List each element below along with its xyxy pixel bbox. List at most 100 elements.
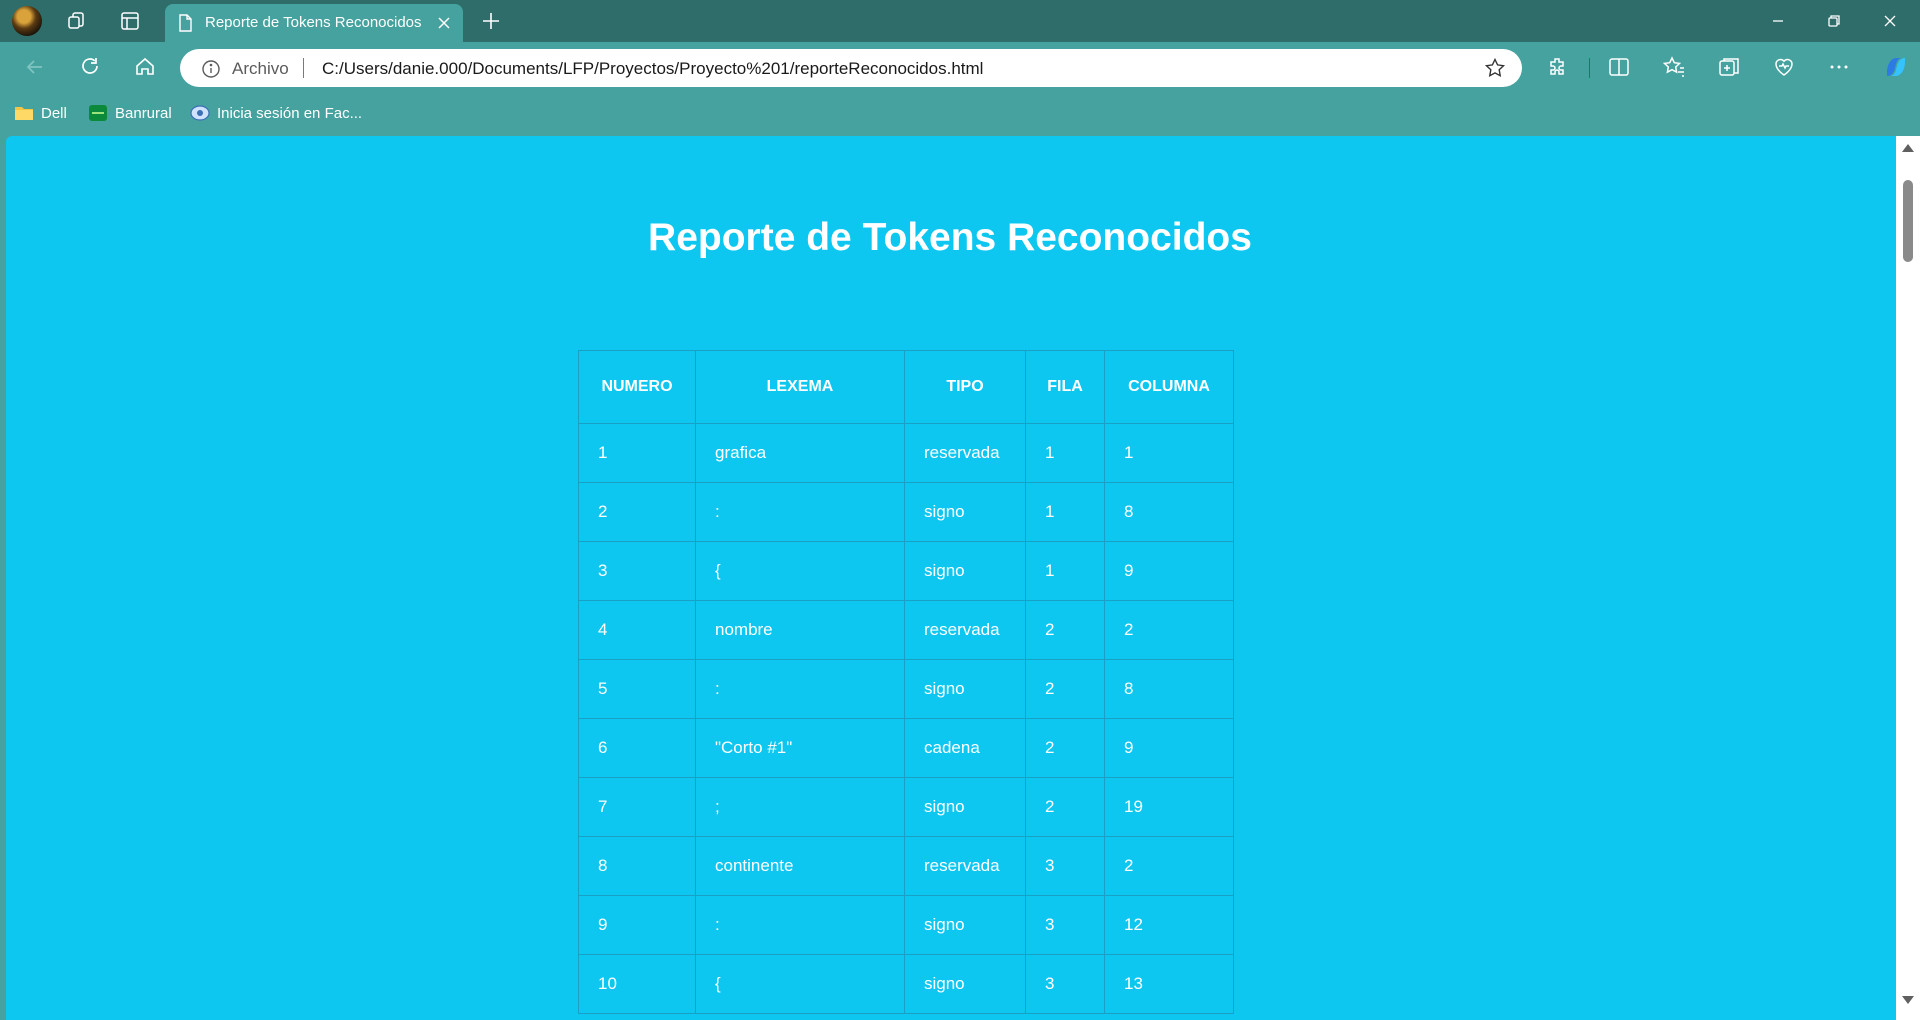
cell-numero: 2: [578, 482, 696, 542]
split-screen-icon[interactable]: [1606, 54, 1632, 80]
cell-tipo: signo: [904, 954, 1026, 1014]
column-header-columna: COLUMNA: [1104, 350, 1234, 424]
table-row: 4 nombre reservada 2 2: [578, 600, 1234, 660]
vertical-scrollbar[interactable]: [1896, 136, 1920, 1020]
cell-lexema: continente: [695, 836, 905, 896]
more-options-icon[interactable]: [1826, 54, 1852, 80]
cell-columna: 8: [1104, 482, 1234, 542]
table-row: 9 : signo 3 12: [578, 895, 1234, 955]
restore-icon[interactable]: [1821, 8, 1847, 34]
minimize-icon[interactable]: [1765, 8, 1791, 34]
cell-fila: 1: [1025, 423, 1105, 483]
column-header-numero: NUMERO: [578, 350, 696, 424]
column-header-lexema: LEXEMA: [695, 350, 905, 424]
profile-avatar[interactable]: [12, 6, 42, 36]
tab-strip: Reporte de Tokens Reconocidos: [0, 0, 1920, 42]
column-header-tipo: TIPO: [904, 350, 1026, 424]
favorites-icon[interactable]: [1661, 54, 1687, 80]
cell-numero: 8: [578, 836, 696, 896]
cell-fila: 2: [1025, 659, 1105, 719]
cell-columna: 2: [1104, 836, 1234, 896]
cell-columna: 9: [1104, 718, 1234, 778]
info-icon[interactable]: [201, 59, 221, 79]
table-header-row: NUMERO LEXEMA TIPO FILA COLUMNA: [578, 350, 1234, 424]
address-url[interactable]: C:/Users/danie.000/Documents/LFP/Proyect…: [322, 59, 983, 79]
bookmarks-bar: Dell Banrural Inicia sesión en Fac...: [0, 92, 1920, 132]
refresh-icon[interactable]: [77, 54, 103, 80]
cell-tipo: signo: [904, 659, 1026, 719]
cell-fila: 2: [1025, 777, 1105, 837]
browser-window: Reporte de Tokens Reconocidos Archivo C:…: [0, 0, 1920, 1020]
table-row: 5 : signo 2 8: [578, 659, 1234, 719]
bookmark-label: Banrural: [115, 104, 172, 122]
bookmark-dell[interactable]: Dell: [14, 102, 67, 124]
cell-tipo: reservada: [904, 600, 1026, 660]
address-bar[interactable]: Archivo C:/Users/danie.000/Documents/LFP…: [180, 49, 1522, 87]
cell-numero: 1: [578, 423, 696, 483]
workspaces-icon[interactable]: [64, 8, 90, 34]
home-icon[interactable]: [132, 54, 158, 80]
cell-lexema: nombre: [695, 600, 905, 660]
cell-tipo: signo: [904, 541, 1026, 601]
favorite-star-icon[interactable]: [1484, 57, 1506, 79]
banrural-icon: [89, 105, 107, 121]
cell-lexema: {: [695, 541, 905, 601]
cell-tipo: signo: [904, 777, 1026, 837]
scroll-down-arrow-icon[interactable]: [1901, 994, 1915, 1006]
toolbar-separator: [1589, 58, 1590, 78]
cell-fila: 2: [1025, 600, 1105, 660]
cell-lexema: ;: [695, 777, 905, 837]
cell-numero: 5: [578, 659, 696, 719]
cell-fila: 1: [1025, 482, 1105, 542]
address-separator: [303, 58, 304, 78]
address-scheme-label: Archivo: [232, 59, 289, 78]
table-row: 2 : signo 1 8: [578, 482, 1234, 542]
close-tab-icon[interactable]: [435, 14, 453, 32]
tab-active[interactable]: Reporte de Tokens Reconocidos: [165, 4, 463, 42]
browser-essentials-icon[interactable]: [1771, 54, 1797, 80]
close-window-icon[interactable]: [1877, 8, 1903, 34]
cell-numero: 3: [578, 541, 696, 601]
collections-icon[interactable]: [1716, 54, 1742, 80]
cell-columna: 2: [1104, 600, 1234, 660]
folder-icon: [15, 107, 33, 120]
column-header-fila: FILA: [1025, 350, 1105, 424]
cell-lexema: {: [695, 954, 905, 1014]
cell-tipo: reservada: [904, 423, 1026, 483]
cell-lexema: :: [695, 895, 905, 955]
bookmark-label: Dell: [41, 104, 67, 122]
cell-fila: 3: [1025, 836, 1105, 896]
tokens-table: NUMERO LEXEMA TIPO FILA COLUMNA 1 grafic…: [578, 350, 1234, 1014]
cell-tipo: reservada: [904, 836, 1026, 896]
table-row: 8 continente reservada 3 2: [578, 836, 1234, 896]
cell-numero: 10: [578, 954, 696, 1014]
bookmark-facebook[interactable]: Inicia sesión en Fac...: [190, 102, 362, 124]
page-icon: [179, 14, 192, 32]
extensions-icon[interactable]: [1545, 54, 1571, 80]
cell-columna: 1: [1104, 423, 1234, 483]
cell-columna: 8: [1104, 659, 1234, 719]
cell-numero: 4: [578, 600, 696, 660]
table-row: 1 grafica reservada 1 1: [578, 423, 1234, 483]
bookmark-banrural[interactable]: Banrural: [88, 102, 172, 124]
tab-title: Reporte de Tokens Reconocidos: [205, 14, 422, 31]
cell-numero: 7: [578, 777, 696, 837]
scroll-up-arrow-icon[interactable]: [1901, 142, 1915, 154]
page-title: Reporte de Tokens Reconocidos: [648, 216, 1252, 259]
toolbar: Archivo C:/Users/danie.000/Documents/LFP…: [0, 42, 1920, 92]
cell-columna: 9: [1104, 541, 1234, 601]
cell-numero: 9: [578, 895, 696, 955]
cell-numero: 6: [578, 718, 696, 778]
scrollbar-thumb[interactable]: [1903, 180, 1913, 262]
cell-fila: 2: [1025, 718, 1105, 778]
cell-columna: 12: [1104, 895, 1234, 955]
page-viewport: Reporte de Tokens Reconocidos NUMERO LEX…: [6, 136, 1896, 1020]
cell-tipo: cadena: [904, 718, 1026, 778]
cell-columna: 19: [1104, 777, 1234, 837]
tab-actions-icon[interactable]: [117, 8, 143, 34]
new-tab-icon[interactable]: [478, 8, 504, 34]
table-row: 6 "Corto #1" cadena 2 9: [578, 718, 1234, 778]
cell-fila: 1: [1025, 541, 1105, 601]
copilot-icon[interactable]: [1881, 52, 1911, 82]
back-icon[interactable]: [22, 54, 48, 80]
